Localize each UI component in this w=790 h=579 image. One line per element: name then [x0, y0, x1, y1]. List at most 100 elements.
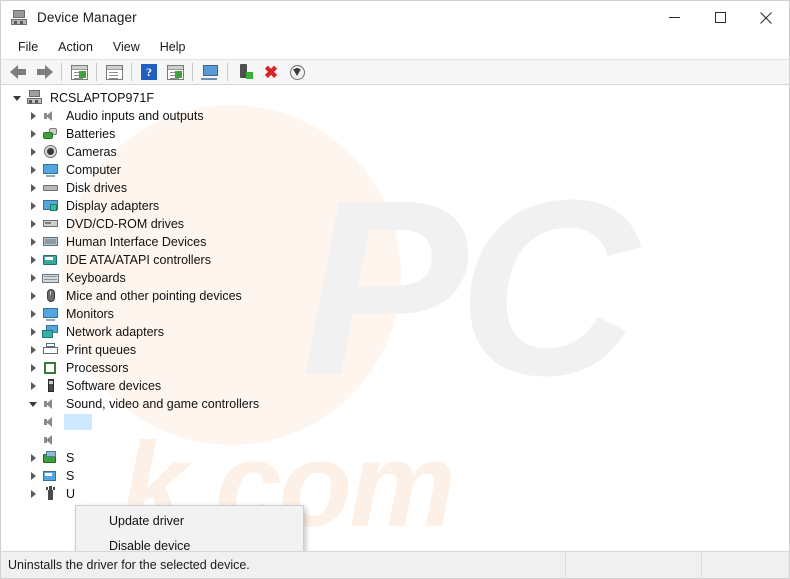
tree-item-label: Batteries — [66, 127, 116, 141]
status-bar: Uninstalls the driver for the selected d… — [1, 551, 789, 578]
tree-item-label: IDE ATA/ATAPI controllers — [66, 253, 211, 267]
chevron-right-icon[interactable] — [25, 270, 41, 286]
tree-root-row[interactable]: RCSLAPTOP971F — [1, 89, 789, 107]
device-tree-pane[interactable]: PC k.com RCSLAPTOP971F Audio inputs and … — [1, 85, 789, 551]
tree-item-disk-drives[interactable]: Disk drives — [1, 179, 789, 197]
tree-item-label — [64, 439, 68, 441]
chevron-down-icon[interactable] — [9, 90, 25, 106]
chevron-right-icon[interactable] — [25, 234, 41, 250]
chevron-down-icon[interactable] — [25, 396, 41, 412]
tree-item-human-interface-devices[interactable]: Human Interface Devices — [1, 233, 789, 251]
tree-item-label: Cameras — [66, 145, 117, 159]
dvd-drive-icon — [42, 216, 59, 232]
chevron-right-icon[interactable] — [25, 216, 41, 232]
disable-device-icon[interactable] — [284, 61, 310, 83]
chevron-right-icon[interactable] — [25, 378, 41, 394]
tree-item-ide-ata-atapi-controllers[interactable]: IDE ATA/ATAPI controllers — [1, 251, 789, 269]
status-segment-3 — [702, 552, 789, 578]
uninstall-device-icon[interactable]: ✖ — [258, 61, 284, 83]
tree-item-label: Keyboards — [66, 271, 126, 285]
menu-view[interactable]: View — [104, 38, 149, 56]
context-menu-item-update-driver[interactable]: Update driver — [76, 508, 303, 533]
tree-item-dvd-cd-rom-drives[interactable]: DVD/CD-ROM drives — [1, 215, 789, 233]
toolbar: ? ✖ — [1, 59, 789, 85]
tree-item-system-devices[interactable]: S — [1, 467, 789, 485]
forward-icon[interactable] — [31, 61, 57, 83]
chevron-right-icon[interactable] — [25, 468, 41, 484]
tree-item-storage-controllers[interactable]: S — [1, 449, 789, 467]
tree-item-label: Display adapters — [66, 199, 160, 213]
battery-icon — [42, 126, 59, 142]
menu-file[interactable]: File — [9, 38, 47, 56]
window-title: Device Manager — [37, 10, 137, 25]
show-hide-console-tree-icon[interactable] — [66, 61, 92, 83]
toolbar-separator — [61, 63, 62, 81]
tree-item-label: Software devices — [66, 379, 162, 393]
back-icon[interactable] — [5, 61, 31, 83]
keyboard-icon — [42, 270, 59, 286]
tree-item-batteries[interactable]: Batteries — [1, 125, 789, 143]
chevron-right-icon[interactable] — [25, 162, 41, 178]
chevron-right-icon[interactable] — [25, 342, 41, 358]
tree-item-monitors[interactable]: Monitors — [1, 305, 789, 323]
monitor-icon — [42, 306, 59, 322]
ide-controller-icon — [42, 252, 59, 268]
chevron-right-icon[interactable] — [25, 486, 41, 502]
context-menu[interactable]: Update driver Disable device Uninstall d… — [75, 505, 304, 551]
tree-item-mice-and-other-pointing-devices[interactable]: Mice and other pointing devices — [1, 287, 789, 305]
close-icon[interactable] — [743, 1, 789, 34]
tree-item-label: S — [66, 469, 75, 483]
chevron-right-icon[interactable] — [25, 180, 41, 196]
chevron-right-icon[interactable] — [25, 324, 41, 340]
toolbar-separator — [227, 63, 228, 81]
tree-item-print-queues[interactable]: Print queues — [1, 341, 789, 359]
mouse-icon — [42, 288, 59, 304]
show-hide-action-pane-icon[interactable] — [162, 61, 188, 83]
help-icon[interactable]: ? — [136, 61, 162, 83]
tree-item-sound-video-and-game-controllers[interactable]: Sound, video and game controllers — [1, 395, 789, 413]
tree-item-display-adapters[interactable]: Display adapters — [1, 197, 789, 215]
tree-item-processors[interactable]: Processors — [1, 359, 789, 377]
tree-item-label: Human Interface Devices — [66, 235, 207, 249]
context-menu-item-disable-device[interactable]: Disable device — [76, 533, 303, 552]
tree-item-label: U — [66, 487, 76, 501]
speaker-icon — [42, 432, 59, 448]
system-device-icon — [42, 468, 59, 484]
tree-item-keyboards[interactable]: Keyboards — [1, 269, 789, 287]
chevron-right-icon[interactable] — [25, 144, 41, 160]
tree-item-cameras[interactable]: Cameras — [1, 143, 789, 161]
tree-item-network-adapters[interactable]: Network adapters — [1, 323, 789, 341]
display-adapter-icon — [42, 198, 59, 214]
minimize-icon[interactable] — [651, 1, 697, 34]
update-driver-icon[interactable] — [197, 61, 223, 83]
toolbar-separator — [192, 63, 193, 81]
tree-item-label: Mice and other pointing devices — [66, 289, 242, 303]
properties-icon[interactable] — [101, 61, 127, 83]
menu-action[interactable]: Action — [49, 38, 102, 56]
tree-item-audio-device-2[interactable] — [1, 431, 789, 449]
chevron-right-icon[interactable] — [25, 252, 41, 268]
hid-icon — [42, 234, 59, 250]
tree-item-usb-controllers[interactable]: U — [1, 485, 789, 503]
speaker-icon — [42, 414, 59, 430]
device-manager-icon — [11, 9, 29, 26]
tree-item-label — [64, 414, 93, 430]
tree-item-selected-audio-device[interactable] — [1, 413, 789, 431]
tree-item-computer[interactable]: Computer — [1, 161, 789, 179]
tree-item-label: Processors — [66, 361, 129, 375]
chevron-right-icon[interactable] — [25, 108, 41, 124]
scan-for-hardware-changes-icon[interactable] — [232, 61, 258, 83]
tree-item-audio-inputs-and-outputs[interactable]: Audio inputs and outputs — [1, 107, 789, 125]
window-controls — [651, 1, 789, 34]
chevron-right-icon[interactable] — [25, 288, 41, 304]
chevron-right-icon[interactable] — [25, 360, 41, 376]
chevron-right-icon[interactable] — [25, 198, 41, 214]
tree-item-software-devices[interactable]: Software devices — [1, 377, 789, 395]
menu-help[interactable]: Help — [151, 38, 195, 56]
chevron-right-icon[interactable] — [25, 126, 41, 142]
device-tree[interactable]: RCSLAPTOP971F Audio inputs and outputs B… — [1, 85, 789, 551]
maximize-icon[interactable] — [697, 1, 743, 34]
chevron-right-icon[interactable] — [25, 306, 41, 322]
chevron-right-icon[interactable] — [25, 450, 41, 466]
processor-icon — [42, 360, 59, 376]
